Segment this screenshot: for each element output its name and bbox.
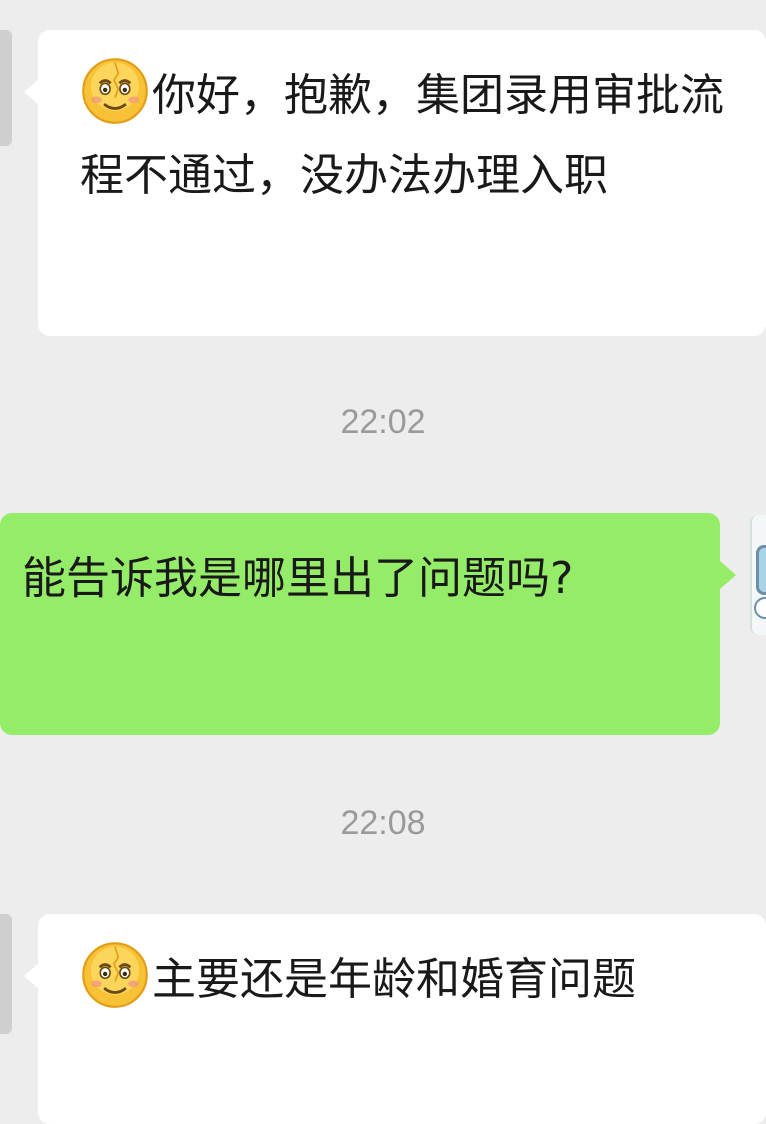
timestamp: 22:08 (340, 804, 426, 842)
awkward-smile-emoji (82, 942, 148, 1008)
avatar-doodle-circle (754, 597, 766, 619)
message-text: 主要还是年龄和婚育问题 (80, 940, 766, 1020)
bubble-tail (720, 561, 736, 589)
my-avatar[interactable] (750, 515, 766, 635)
timestamp: 22:02 (340, 403, 426, 441)
sender-avatar[interactable] (0, 914, 12, 1034)
outgoing-message-bubble[interactable]: 能告诉我是哪里出了问题吗? (0, 513, 736, 735)
incoming-message-bubble[interactable]: 主要还是年龄和婚育问题 (24, 914, 766, 1124)
bubble-tail (24, 962, 40, 990)
message-text-content: 你好，抱歉，集团录用审批流程不通过，没办法办理入职 (80, 70, 724, 201)
message-text: 你好，抱歉，集团录用审批流程不通过，没办法办理入职 (80, 56, 766, 216)
message-text: 能告诉我是哪里出了问题吗? (22, 553, 574, 604)
sender-avatar[interactable] (0, 30, 12, 146)
avatar-doodle (756, 545, 766, 595)
message-text-content: 主要还是年龄和婚育问题 (152, 954, 636, 1005)
awkward-smile-emoji (82, 58, 148, 124)
chat-view: 你好，抱歉，集团录用审批流程不通过，没办法办理入职 22:02 能告诉我是哪里出… (0, 0, 766, 1124)
bubble-tail (24, 78, 40, 106)
incoming-message-bubble[interactable]: 你好，抱歉，集团录用审批流程不通过，没办法办理入职 (24, 30, 766, 336)
